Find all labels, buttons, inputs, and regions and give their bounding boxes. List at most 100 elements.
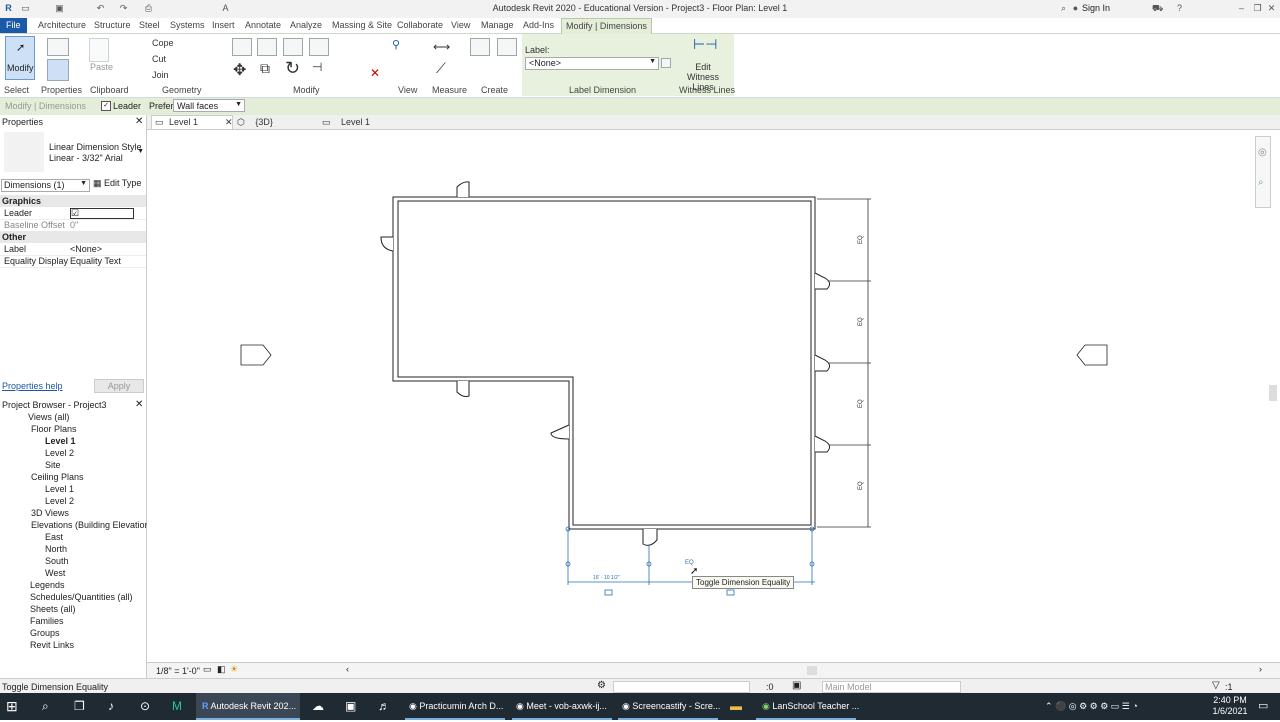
visual-style-icon[interactable]: ◧: [217, 664, 226, 675]
copy-icon[interactable]: ⧉: [260, 60, 270, 77]
tab-structure[interactable]: Structure: [94, 20, 131, 30]
align-icon[interactable]: [232, 38, 252, 56]
close-icon[interactable]: ✕: [1266, 3, 1277, 14]
taskbar-chrome-1[interactable]: ◉ Practicumin Arch D...: [405, 693, 505, 720]
trim-icon[interactable]: ⊣: [312, 60, 322, 74]
door-step[interactable]: [550, 424, 570, 440]
door-top[interactable]: [456, 181, 470, 197]
elevation-marker-east[interactable]: [1076, 344, 1108, 366]
tab-architecture[interactable]: Architecture: [38, 20, 86, 30]
search-icon[interactable]: ⌕: [1058, 3, 1069, 14]
workset-dropdown[interactable]: [613, 681, 750, 693]
wall-outline-inner[interactable]: [397, 200, 812, 526]
sign-in-button[interactable]: Sign In: [1082, 3, 1110, 13]
microphone-icon[interactable]: ♪: [108, 693, 114, 720]
tab-manage[interactable]: Manage: [481, 20, 514, 30]
group-other[interactable]: Other: [0, 231, 146, 243]
task-view-icon[interactable]: ❐: [74, 693, 85, 720]
properties-help-link[interactable]: Properties help: [2, 381, 63, 391]
close-icon[interactable]: ✕: [135, 399, 143, 410]
tab-analyze[interactable]: Analyze: [290, 20, 322, 30]
restore-icon[interactable]: ❐: [1252, 3, 1263, 14]
move-icon[interactable]: ✥: [233, 60, 246, 80]
design-options-icon[interactable]: ▣: [792, 680, 801, 691]
create-similar-icon[interactable]: [470, 38, 490, 56]
browser-node[interactable]: Ceiling Plans: [31, 472, 84, 482]
worksets-icon[interactable]: ⚙: [597, 680, 606, 691]
zoom-icon[interactable]: ⌕: [1258, 177, 1264, 188]
tab-3d-view[interactable]: ⬡ {3D}: [237, 117, 273, 128]
measure-icon[interactable]: ⟋: [436, 60, 446, 77]
taskbar-chrome-3[interactable]: ◉ Screencastify - Scre...: [618, 693, 720, 720]
cart-icon[interactable]: ⛟: [1152, 3, 1163, 14]
browser-node[interactable]: Level 2: [45, 496, 74, 506]
steering-wheel-icon[interactable]: ◎: [1258, 147, 1267, 158]
text-grip-2[interactable]: [726, 589, 735, 596]
rotate-icon[interactable]: ↻: [285, 58, 300, 79]
browser-node[interactable]: Elevations (Building Elevation): [31, 520, 153, 530]
file-explorer-icon[interactable]: ▬: [730, 693, 742, 720]
close-icon[interactable]: ✕: [225, 117, 233, 128]
edit-type-button[interactable]: ▦ Edit Type: [93, 178, 141, 189]
taskbar-app-3[interactable]: ♬: [378, 693, 390, 720]
app-m-icon[interactable]: M: [172, 693, 182, 720]
dimension-value-text[interactable]: 16' - 10 1/2": [593, 575, 620, 581]
browser-node[interactable]: Families: [30, 616, 64, 626]
browser-node[interactable]: Groups: [30, 628, 60, 638]
browser-node[interactable]: Legends: [30, 580, 65, 590]
text-grip-1[interactable]: [604, 589, 613, 596]
horizontal-scrollbar[interactable]: [807, 666, 817, 675]
taskbar-lanschool[interactable]: ◉ LanSchool Teacher ...: [756, 693, 859, 720]
cut-button[interactable]: Cut: [152, 54, 166, 64]
browser-node[interactable]: West: [45, 568, 65, 578]
tab-systems[interactable]: Systems: [170, 20, 205, 30]
prop-value[interactable]: <None>: [70, 243, 102, 255]
browser-node[interactable]: Sheets (all): [30, 604, 76, 614]
paste-button[interactable]: [89, 38, 109, 62]
delete-icon[interactable]: ✕: [370, 66, 380, 80]
browser-node[interactable]: Views (all): [28, 412, 69, 422]
tab-insert[interactable]: Insert: [212, 20, 235, 30]
type-properties-button[interactable]: [47, 59, 69, 81]
tab-file[interactable]: File: [0, 18, 27, 33]
leader-checkbox[interactable]: ✓: [101, 101, 111, 111]
start-button[interactable]: ⊞: [6, 693, 18, 720]
search-icon[interactable]: ⌕: [42, 693, 49, 720]
taskbar-chrome-2[interactable]: ◉ Meet - vob-axwk-ij...: [512, 693, 612, 720]
scroll-right-icon[interactable]: ›: [1259, 664, 1262, 674]
prefer-dropdown[interactable]: Wall faces ▼: [173, 99, 245, 112]
mirror-draw-icon[interactable]: [309, 38, 329, 56]
type-selector[interactable]: Linear Dimension Style Linear - 3/32" Ar…: [48, 142, 144, 166]
user-icon[interactable]: ●: [1070, 3, 1081, 14]
door-left[interactable]: [380, 236, 394, 252]
app-icon[interactable]: ⊙: [140, 693, 150, 720]
clock[interactable]: 2:40 PM 1/6/2021: [1210, 693, 1250, 722]
label-dropdown[interactable]: <None> ▼: [525, 57, 659, 70]
navigation-bar[interactable]: ◎ ⌕: [1255, 136, 1271, 208]
browser-node[interactable]: Floor Plans: [31, 424, 77, 434]
tab-massing-site[interactable]: Massing & Site: [332, 20, 392, 30]
offset-icon[interactable]: [257, 38, 277, 56]
instance-selector[interactable]: Dimensions (1) ▼: [1, 179, 90, 192]
elevation-markers[interactable]: [240, 344, 1108, 366]
browser-node[interactable]: North: [45, 544, 67, 554]
door-middle[interactable]: [456, 381, 470, 397]
tab-annotate[interactable]: Annotate: [245, 20, 281, 30]
walls[interactable]: [392, 196, 816, 530]
taskbar-revit[interactable]: R Autodesk Revit 202...: [196, 693, 300, 720]
join-button[interactable]: Join: [152, 70, 169, 80]
tab-add-ins[interactable]: Add-Ins: [523, 20, 554, 30]
browser-node[interactable]: Revit Links: [30, 640, 74, 650]
panel-select-label[interactable]: Select: [4, 85, 29, 95]
browser-node[interactable]: Site: [45, 460, 61, 470]
create-group-icon[interactable]: [497, 38, 517, 56]
scale-selector[interactable]: 1/8" = 1'-0": [156, 666, 200, 676]
sun-path-icon[interactable]: ☀: [230, 664, 238, 675]
browser-node[interactable]: South: [45, 556, 69, 566]
door-right-2[interactable]: [814, 354, 831, 372]
pin-icon[interactable]: ⚲: [392, 38, 400, 51]
tab-steel[interactable]: Steel: [139, 20, 160, 30]
tab-collaborate[interactable]: Collaborate: [397, 20, 443, 30]
aligned-dimension-icon[interactable]: ⟷: [433, 40, 450, 54]
browser-node[interactable]: Level 1: [45, 436, 76, 446]
